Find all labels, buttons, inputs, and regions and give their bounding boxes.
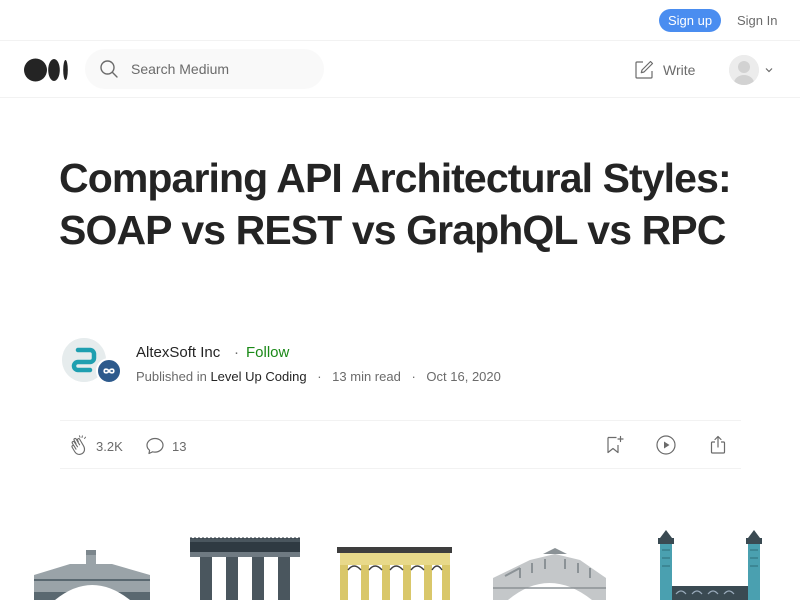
write-icon <box>635 60 654 79</box>
bridge-illustration <box>190 537 300 600</box>
publish-date: Oct 16, 2020 <box>426 369 501 384</box>
write-label: Write <box>663 62 696 78</box>
top-strip: Sign up Sign In <box>0 0 800 41</box>
bookmark-icon[interactable] <box>603 434 625 456</box>
article-header-illustration <box>34 530 762 600</box>
article-meta: Published in Level Up Coding · 13 min re… <box>136 369 501 384</box>
read-time: 13 min read <box>332 369 401 384</box>
comment-icon <box>146 437 164 455</box>
bridge-illustration <box>658 530 762 600</box>
play-icon[interactable] <box>655 434 677 456</box>
bridge-illustration <box>34 550 150 600</box>
response-count: 13 <box>172 438 187 454</box>
article-action-bar: 3.2K 13 <box>60 420 741 469</box>
navbar: Write <box>0 41 800 98</box>
responses-button[interactable]: 13 <box>144 435 186 457</box>
separator-dot: · <box>234 344 239 361</box>
separator-dot: · <box>317 369 322 384</box>
publication-avatar[interactable] <box>96 358 122 384</box>
chevron-down-icon <box>765 68 773 73</box>
avatar <box>729 55 759 85</box>
user-menu-button[interactable] <box>729 54 774 86</box>
author-block: AltexSoft Inc · Follow Published in Leve… <box>62 338 582 388</box>
search-bar[interactable] <box>85 49 324 89</box>
author-name[interactable]: AltexSoft Inc <box>136 344 220 361</box>
medium-logo-icon[interactable] <box>24 58 69 82</box>
search-input[interactable] <box>131 49 316 89</box>
clap-count: 3.2K <box>96 438 123 454</box>
clap-button[interactable]: 3.2K <box>68 435 123 457</box>
bridge-illustration <box>337 547 452 600</box>
share-icon[interactable] <box>707 434 729 456</box>
article-title: Comparing API Architectural Styles: SOAP… <box>59 155 732 253</box>
search-icon <box>100 60 118 78</box>
published-in-label: Published in <box>136 369 207 384</box>
clap-icon <box>71 435 86 455</box>
write-button[interactable]: Write <box>633 58 695 82</box>
separator-dot: · <box>411 369 416 384</box>
publication-link[interactable]: Level Up Coding <box>210 369 306 384</box>
follow-button[interactable]: Follow <box>246 344 289 361</box>
bridge-illustration <box>493 548 606 600</box>
signin-link[interactable]: Sign In <box>737 9 777 32</box>
signup-button[interactable]: Sign up <box>659 9 721 32</box>
